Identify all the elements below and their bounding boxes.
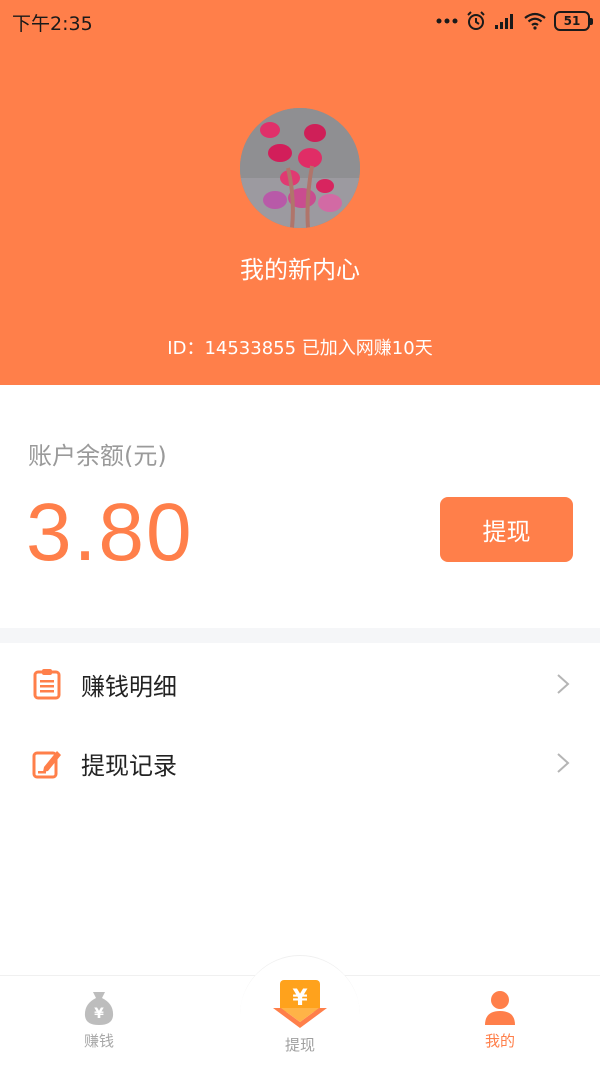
avatar[interactable]: [240, 108, 360, 228]
menu-item-label: 提现记录: [81, 751, 177, 780]
username: 我的新内心: [240, 256, 360, 284]
tab-label: 提现: [284, 1036, 315, 1054]
tab-withdraw[interactable]: ¥ 提现: [240, 978, 360, 1055]
edit-note-icon: [32, 751, 61, 779]
status-icons: 51: [436, 8, 593, 34]
section-divider: [0, 628, 600, 643]
withdraw-button[interactable]: 提现: [440, 497, 573, 562]
tab-mine[interactable]: 我的: [440, 990, 560, 1051]
tab-label: 我的: [484, 1032, 515, 1050]
status-bar: 下午2:35 51: [0, 0, 600, 42]
more-dots-icon: [436, 18, 458, 24]
menu-item-earnings-detail[interactable]: 赚钱明细: [0, 644, 600, 724]
battery-icon: 51: [554, 11, 593, 31]
avatar-flower-image: [240, 108, 360, 228]
menu-item-withdraw-records[interactable]: 提现记录: [0, 723, 600, 803]
menu-item-label: 赚钱明细: [81, 672, 177, 701]
balance-value: 3.80: [26, 487, 194, 578]
user-id-line: ID：14533855 已加入网赚10天: [167, 338, 433, 359]
svg-text:¥: ¥: [292, 986, 308, 1011]
battery-level: 51: [563, 14, 581, 28]
svg-text:¥: ¥: [94, 1006, 104, 1022]
status-time: 下午2:35: [12, 13, 93, 35]
alarm-icon: [467, 11, 485, 30]
yuan-coin-icon: ¥: [273, 980, 327, 1028]
clipboard-list-icon: [33, 669, 61, 700]
chevron-right-icon: [557, 674, 570, 694]
person-icon: [485, 991, 515, 1025]
balance-label: 账户余额(元): [28, 442, 167, 470]
profile-header: 下午2:35 51 我的新内心 ID：14533855 已加入网赚10天: [0, 0, 600, 385]
wifi-icon: [524, 12, 546, 30]
money-bag-icon: ¥: [84, 992, 114, 1025]
tab-earn[interactable]: ¥ 赚钱: [39, 990, 159, 1051]
tab-label: 赚钱: [83, 1032, 114, 1050]
signal-icon: [495, 14, 513, 29]
chevron-right-icon: [557, 753, 570, 773]
